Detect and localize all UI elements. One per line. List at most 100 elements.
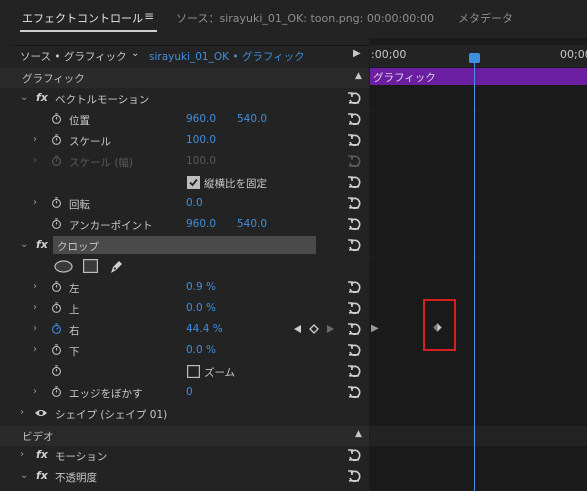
reset-icon[interactable] (347, 448, 361, 462)
effect-row-opacity: ⌄ fx 不透明度 (0, 467, 369, 488)
reset-icon[interactable] (347, 133, 361, 147)
tab-effect-controls[interactable]: エフェクトコントロール (22, 10, 143, 26)
chevron-right-icon[interactable]: › (20, 407, 24, 418)
reset-icon[interactable] (347, 469, 361, 483)
crop-right-value[interactable]: 44.4 % (186, 323, 223, 335)
anchor-y-value[interactable]: 540.0 (237, 218, 267, 230)
chevron-right-icon[interactable]: › (33, 344, 37, 355)
property-label: 回転 (69, 199, 90, 211)
ellipse-mask-icon[interactable] (54, 260, 73, 273)
playhead-line[interactable] (474, 56, 475, 491)
collapse-up-icon[interactable]: ▲ (355, 71, 362, 81)
crop-bottom-value[interactable]: 0.0 % (186, 344, 216, 356)
reset-icon[interactable] (347, 280, 361, 294)
reset-icon[interactable] (347, 301, 361, 315)
property-row-uniform-scale: 縦横比を固定 (0, 173, 369, 194)
scale-value[interactable]: 100.0 (186, 134, 216, 146)
property-label: エッジをぼかす (69, 388, 143, 400)
tab-metadata[interactable]: メタデータ (458, 10, 513, 26)
checkbox-label: 縦横比を固定 (204, 178, 267, 190)
previous-keyframe-icon[interactable] (293, 324, 302, 334)
clip-label: グラフィック (373, 72, 436, 84)
chevron-right-icon[interactable]: › (33, 281, 37, 292)
stopwatch-icon[interactable] (51, 365, 62, 376)
crop-top-value[interactable]: 0.0 % (186, 302, 216, 314)
play-triangle-icon[interactable]: ▶ (353, 48, 361, 59)
section-header-graphic: グラフィック ▲ (0, 68, 369, 88)
stopwatch-icon[interactable] (51, 344, 62, 355)
eye-visibility-icon[interactable] (34, 408, 48, 418)
effect-name: 不透明度 (55, 472, 97, 484)
scale-width-value: 100.0 (186, 155, 217, 167)
layer-row-shape: › シェイプ (シェイプ 01) (0, 404, 369, 425)
source-selector[interactable]: ソース • グラフィック (20, 49, 127, 64)
fx-toggle[interactable]: fx (36, 448, 48, 461)
effect-name[interactable]: クロップ (57, 239, 99, 254)
chevron-right-icon[interactable]: › (33, 302, 37, 313)
checkbox-unchecked[interactable] (187, 365, 200, 378)
section-label: グラフィック (22, 73, 85, 85)
fx-toggle[interactable]: fx (36, 238, 48, 251)
reset-icon[interactable] (347, 385, 361, 399)
chevron-right-icon[interactable]: › (33, 323, 37, 334)
property-row-crop-bottom: › 下 0.0 % (0, 341, 369, 362)
stopwatch-icon[interactable] (51, 134, 62, 145)
chevron-down-icon[interactable]: ⌄ (20, 470, 28, 481)
rotation-value[interactable]: 0.0 (186, 197, 203, 209)
section-header-video: ビデオ ▲ (0, 426, 369, 446)
highlight-annotation-box (423, 299, 456, 351)
pen-tool-icon[interactable] (108, 258, 124, 274)
reset-icon[interactable] (347, 364, 361, 378)
chevron-right-icon[interactable]: › (33, 386, 37, 397)
reset-icon[interactable] (347, 112, 361, 126)
reset-icon[interactable] (347, 343, 361, 357)
property-row-rotation: › 回転 0.0 (0, 194, 369, 215)
crop-left-value[interactable]: 0.9 % (186, 281, 216, 293)
anchor-x-value[interactable]: 960.0 (186, 218, 216, 230)
reset-icon[interactable] (347, 175, 361, 189)
chevron-down-icon[interactable]: ⌄ (131, 48, 139, 59)
tab-source[interactable]: ソース：sirayuki_01_OK: toon.png: 00:00:00:0… (176, 10, 434, 26)
effect-row-crop: ⌄ fx クロップ (0, 236, 369, 257)
chevron-down-icon[interactable]: ⌄ (20, 92, 28, 103)
position-y-value[interactable]: 540.0 (237, 113, 267, 125)
stopwatch-icon[interactable] (51, 281, 62, 292)
stopwatch-active-icon[interactable] (51, 323, 62, 334)
stopwatch-icon[interactable] (51, 218, 62, 229)
playhead-handle[interactable] (469, 53, 480, 63)
add-keyframe-icon[interactable] (309, 324, 319, 334)
reset-icon[interactable] (347, 217, 361, 231)
property-label: 上 (69, 304, 80, 316)
time-label-end: 00;00 (560, 48, 587, 61)
stopwatch-icon[interactable] (51, 197, 62, 208)
position-x-value[interactable]: 960.0 (186, 113, 216, 125)
checkbox-checked[interactable] (187, 176, 200, 189)
edge-feather-value[interactable]: 0 (186, 386, 193, 398)
mask-tools-row (0, 257, 369, 278)
chevron-right-icon[interactable]: › (33, 197, 37, 208)
row-divider (370, 257, 587, 258)
collapse-up-icon[interactable]: ▲ (355, 429, 362, 439)
play-triangle-icon[interactable]: ▶ (371, 323, 379, 334)
keyframe-timeline[interactable] (370, 38, 587, 491)
reset-icon[interactable] (347, 91, 361, 105)
next-keyframe-icon[interactable] (326, 324, 335, 334)
reset-icon[interactable] (347, 196, 361, 210)
stopwatch-icon[interactable] (51, 386, 62, 397)
fx-toggle[interactable]: fx (36, 469, 48, 482)
sequence-clip-selector[interactable]: sirayuki_01_OK • グラフィック (149, 49, 305, 64)
panel-menu-icon[interactable]: ≡ (144, 9, 154, 23)
fx-toggle[interactable]: fx (36, 91, 48, 104)
property-row-position: 位置 960.0 540.0 (0, 110, 369, 131)
stopwatch-icon[interactable] (51, 113, 62, 124)
property-row-anchor-point: アンカーポイント 960.0 540.0 (0, 215, 369, 236)
chevron-right-icon[interactable]: › (20, 449, 24, 460)
reset-icon[interactable] (347, 322, 361, 336)
stopwatch-icon[interactable] (51, 302, 62, 313)
property-label: スケール (幅) (69, 157, 134, 169)
timeline-section-band (370, 426, 587, 446)
chevron-right-icon[interactable]: › (33, 134, 37, 145)
rectangle-mask-icon[interactable] (83, 259, 98, 273)
chevron-down-icon[interactable]: ⌄ (20, 239, 28, 250)
reset-icon[interactable] (347, 238, 361, 252)
